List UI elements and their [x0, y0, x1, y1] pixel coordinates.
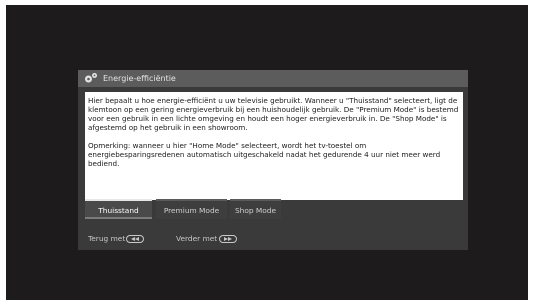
note-paragraph: Opmerking: wanneer u hier "Home Mode" se…	[88, 141, 441, 168]
option-shop-mode[interactable]: Shop Mode	[230, 199, 281, 219]
back-hint[interactable]: Terug met	[88, 233, 144, 245]
option-thuisstand[interactable]: Thuisstand	[85, 199, 152, 219]
dialog-header: Energie-efficiëntie	[78, 70, 468, 87]
gear-icon	[85, 73, 97, 83]
dialog-description: Hier bepaalt u hoe energie-efficiënt u u…	[85, 92, 463, 200]
rewind-key-icon	[126, 235, 144, 243]
fast-forward-key-icon	[219, 235, 237, 243]
option-premium-mode[interactable]: Premium Mode	[156, 199, 227, 219]
energy-efficiency-dialog: Energie-efficiëntie Hier bepaalt u hoe e…	[78, 70, 468, 250]
back-label: Terug met	[88, 234, 126, 243]
description-paragraph: Hier bepaalt u hoe energie-efficiënt u u…	[88, 96, 459, 132]
next-hint[interactable]: Verder met	[176, 233, 237, 245]
dialog-title: Energie-efficiëntie	[103, 74, 176, 83]
tv-screen: Energie-efficiëntie Hier bepaalt u hoe e…	[6, 5, 528, 300]
next-label: Verder met	[176, 234, 218, 243]
